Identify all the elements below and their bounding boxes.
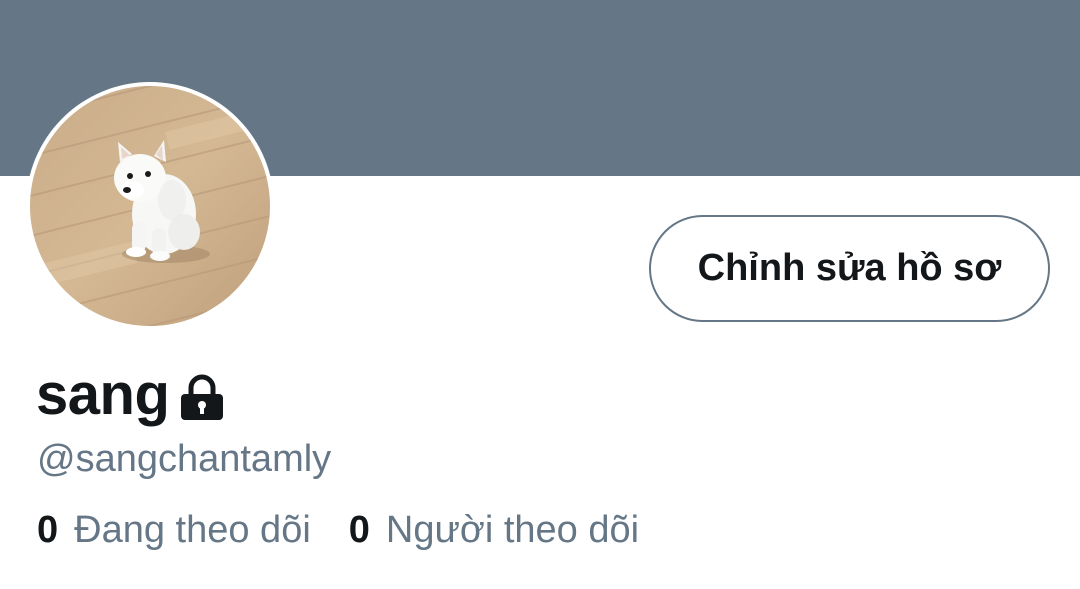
avatar-photo bbox=[30, 86, 270, 326]
display-name: sang bbox=[36, 362, 170, 427]
following-count: 0 bbox=[37, 509, 59, 551]
profile-name-row: sang bbox=[36, 362, 225, 428]
profile-page: Chỉnh sửa hồ sơ sang @sangchantamly 0 Đa… bbox=[0, 0, 1080, 589]
followers-count: 0 bbox=[348, 509, 370, 551]
followers-label: Người theo dõi bbox=[385, 509, 640, 551]
profile-handle: @sangchantamly bbox=[37, 438, 332, 480]
edit-profile-button[interactable]: Chỉnh sửa hồ sơ bbox=[649, 215, 1050, 322]
following-label: Đang theo dõi bbox=[74, 509, 311, 551]
profile-avatar[interactable] bbox=[26, 82, 274, 330]
lock-icon bbox=[179, 374, 225, 427]
following-stat[interactable]: 0 Đang theo dõi bbox=[37, 504, 311, 556]
profile-stats: 0 Đang theo dõi 0 Người theo dõi bbox=[37, 504, 639, 556]
followers-stat[interactable]: 0 Người theo dõi bbox=[349, 504, 639, 556]
